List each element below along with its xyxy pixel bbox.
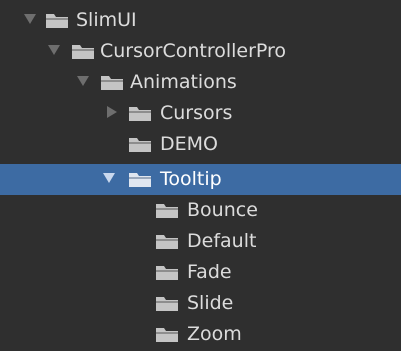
tree-item-demo[interactable]: DEMO [0,129,401,160]
tree-item-slide[interactable]: Slide [0,288,401,319]
tree-item-label: Bounce [187,199,258,221]
tree-item-label: Zoom [187,323,242,345]
tree-item-tooltip[interactable]: Tooltip [0,164,401,195]
folder-icon [156,297,178,311]
tree-item-label: Fade [187,261,232,283]
tree-item-bounce[interactable]: Bounce [0,195,401,226]
folder-icon [72,45,94,59]
tree-item-slimui[interactable]: SlimUI [0,5,401,36]
folder-icon [156,266,178,280]
tree-item-zoom[interactable]: Zoom [0,319,401,350]
collapsed-arrow-icon[interactable] [107,106,117,118]
tree-item-animations[interactable]: Animations [0,67,401,98]
expand-arrow-icon[interactable] [103,173,115,183]
folder-icon [156,235,178,249]
folder-icon [101,76,123,90]
tree-item-label: Slide [187,292,234,314]
folder-icon [156,328,178,342]
tree-item-label: Tooltip [160,168,222,190]
tree-item-label: CursorControllerPro [100,40,287,62]
tree-item-label: Default [187,230,257,252]
tree-item-label: DEMO [160,133,218,155]
expand-arrow-icon[interactable] [48,45,60,55]
folder-icon [156,204,178,218]
expand-arrow-icon[interactable] [24,14,36,24]
project-folder-tree: SlimUI CursorControllerPro Animations Cu… [0,0,401,351]
tree-item-label: SlimUI [76,9,137,31]
folder-icon [129,138,151,152]
folder-icon [129,173,151,187]
tree-item-fade[interactable]: Fade [0,257,401,288]
tree-item-label: Animations [130,71,237,93]
tree-item-cursors[interactable]: Cursors [0,98,401,129]
tree-item-cursorcontrollerpro[interactable]: CursorControllerPro [0,36,401,67]
expand-arrow-icon[interactable] [77,76,89,86]
folder-icon [129,107,151,121]
tree-item-default[interactable]: Default [0,226,401,257]
tree-item-label: Cursors [160,102,233,124]
folder-icon [46,14,68,28]
